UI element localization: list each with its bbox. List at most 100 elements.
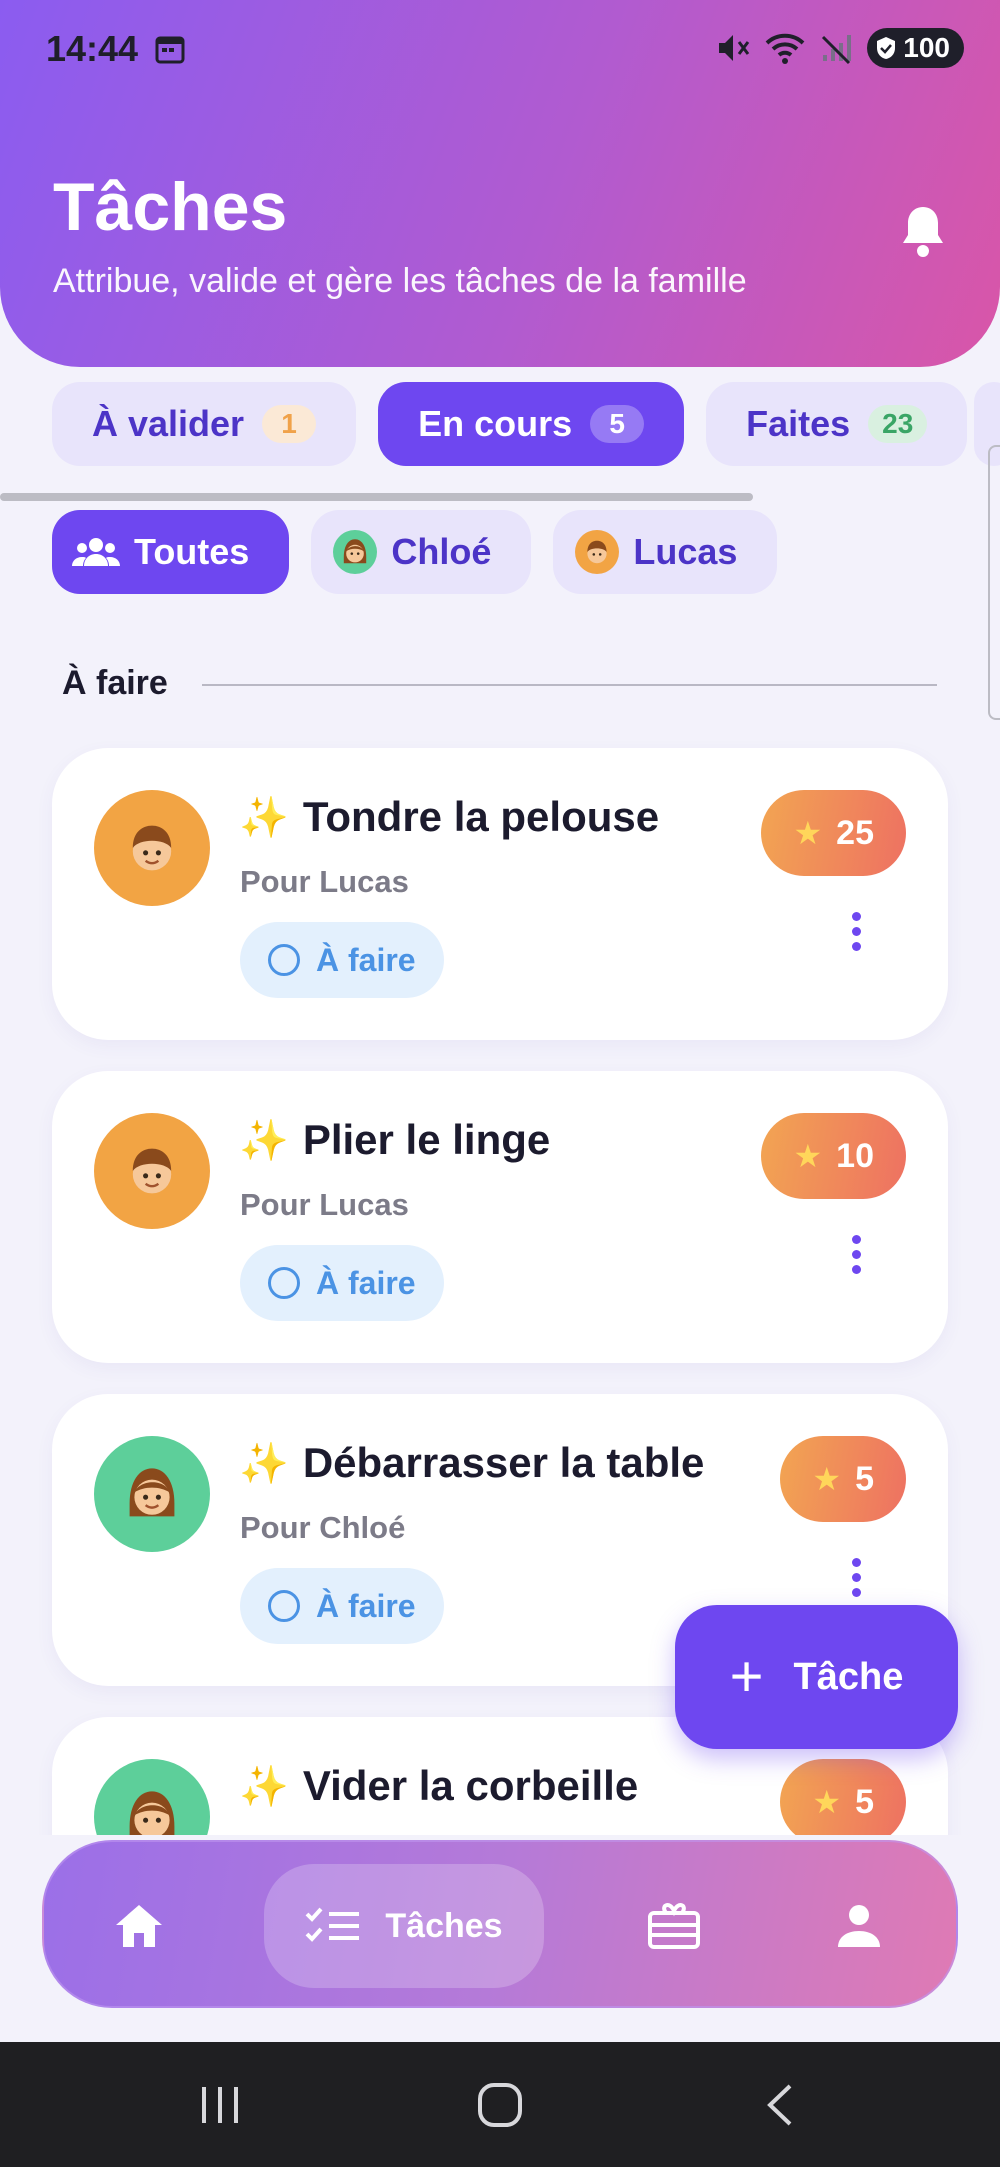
girl-avatar-icon (94, 1436, 210, 1552)
star-icon: ★ (793, 815, 823, 851)
sparkles-icon: ✨ (239, 1441, 289, 1486)
star-icon: ★ (793, 1138, 823, 1174)
boy-avatar-icon (94, 1113, 210, 1229)
task-title-text: Vider la corbeille (302, 1762, 639, 1809)
sparkles-icon: ✨ (239, 1764, 289, 1809)
nav-home[interactable] (74, 1842, 204, 2010)
tab-done[interactable]: Faites 23 (706, 382, 968, 466)
points-value: 10 (836, 1136, 874, 1175)
horizontal-scrollbar[interactable] (0, 493, 753, 501)
checklist-icon (305, 1907, 360, 1942)
back-chevron-icon (767, 2084, 792, 2125)
filter-lucas[interactable]: Lucas (553, 510, 778, 594)
shield-icon (877, 37, 896, 59)
tab-label: À valider (92, 403, 245, 444)
boy-avatar-icon (94, 790, 210, 906)
task-title: ✨ Plier le linge (239, 1116, 550, 1164)
status-bar: 14:44 100 (0, 0, 1000, 100)
circle-icon (268, 1590, 300, 1622)
task-status-label: À faire (316, 1264, 416, 1301)
more-options-icon[interactable] (852, 1558, 864, 1597)
task-title: ✨ Débarrasser la table (239, 1439, 704, 1487)
tab-count-badge: 1 (262, 405, 317, 443)
notification-bell-icon[interactable] (898, 203, 948, 259)
points-value: 5 (855, 1782, 874, 1821)
points-badge: ★ 5 (780, 1759, 906, 1845)
star-icon: ★ (812, 1461, 842, 1497)
wifi-icon (765, 33, 805, 64)
points-badge: ★ 5 (780, 1436, 906, 1522)
system-navigation-bar (0, 2042, 1000, 2167)
status-icons: 100 (715, 28, 964, 68)
tab-to-validate[interactable]: À valider 1 (52, 382, 357, 466)
nav-rewards[interactable] (609, 1842, 739, 2010)
task-status-badge: À faire (240, 1245, 444, 1321)
vertical-scrollbar[interactable] (988, 445, 1000, 720)
section-title: À faire (62, 664, 168, 702)
battery-level: 100 (903, 32, 950, 63)
task-status-badge: À faire (240, 922, 444, 998)
task-status-label: À faire (316, 941, 416, 978)
filter-chloe[interactable]: Chloé (311, 510, 532, 594)
page-title: Tâches (53, 169, 288, 245)
tab-count-badge: 5 (590, 405, 645, 443)
nav-profile[interactable] (794, 1842, 924, 2010)
circle-icon (268, 1267, 300, 1299)
home-system-button[interactable] (460, 2042, 540, 2167)
task-card[interactable]: ✨ Tondre la pelouse Pour Lucas À faire ★… (52, 748, 948, 1040)
member-filters: Toutes Chloé Lucas (52, 510, 778, 594)
recents-icon (202, 2086, 238, 2123)
circle-icon (268, 944, 300, 976)
tab-in-progress[interactable]: En cours 5 (378, 382, 685, 466)
sparkles-icon: ✨ (239, 795, 289, 840)
nav-tasks-label: Tâches (385, 1906, 503, 1945)
task-assignee: Pour Chloé (240, 1510, 406, 1545)
girl-avatar-icon (333, 530, 378, 574)
calendar-icon (155, 36, 185, 64)
home-icon (116, 1905, 162, 1947)
person-icon (838, 1905, 880, 1947)
task-title-text: Plier le linge (302, 1116, 551, 1163)
battery-indicator: 100 (867, 28, 964, 68)
status-tabs: À valider 1 En cours 5 Faites 23 (52, 382, 968, 466)
add-task-label: Tâche (793, 1655, 904, 1698)
more-options-icon[interactable] (852, 1235, 864, 1274)
task-title-text: Tondre la pelouse (302, 793, 660, 840)
task-card[interactable]: ✨ Plier le linge Pour Lucas À faire ★ 10 (52, 1071, 948, 1363)
nav-tasks[interactable]: Tâches (264, 1864, 544, 1988)
boy-avatar-icon (575, 530, 620, 574)
home-circle-icon (478, 2082, 522, 2127)
points-badge: ★ 10 (761, 1113, 906, 1199)
page-header: 14:44 100 Tâches Attribue, valide et gèr… (0, 0, 1000, 367)
task-title-text: Débarrasser la table (302, 1439, 705, 1486)
recents-button[interactable] (180, 2042, 260, 2167)
task-title: ✨ Tondre la pelouse (239, 793, 659, 841)
status-time: 14:44 (46, 28, 139, 69)
no-signal-icon (822, 35, 852, 65)
points-value: 25 (836, 813, 874, 852)
plus-icon: + (729, 1644, 764, 1709)
points-badge: ★ 25 (761, 790, 906, 876)
filter-label: Lucas (633, 531, 738, 572)
section-divider (202, 684, 937, 686)
task-status-badge: À faire (240, 1568, 444, 1644)
points-value: 5 (855, 1459, 874, 1498)
task-assignee: Pour Lucas (240, 864, 409, 899)
page-subtitle: Attribue, valide et gère les tâches de l… (53, 262, 747, 300)
gift-card-icon (648, 1903, 700, 1949)
filter-label: Chloé (391, 531, 492, 572)
task-title: ✨ Vider la corbeille (239, 1762, 638, 1810)
filter-all[interactable]: Toutes (52, 510, 290, 594)
sparkles-icon: ✨ (239, 1118, 289, 1163)
mute-icon (719, 35, 750, 61)
add-task-button[interactable]: + Tâche (675, 1605, 958, 1749)
filter-label: Toutes (134, 531, 250, 572)
bottom-navigation: Tâches (42, 1840, 958, 2008)
back-button[interactable] (740, 2042, 820, 2167)
tab-count-badge: 23 (868, 405, 928, 443)
task-assignee: Pour Lucas (240, 1187, 409, 1222)
star-icon: ★ (812, 1784, 842, 1820)
group-icon (72, 538, 120, 566)
more-options-icon[interactable] (852, 912, 864, 951)
task-status-label: À faire (316, 1587, 416, 1624)
